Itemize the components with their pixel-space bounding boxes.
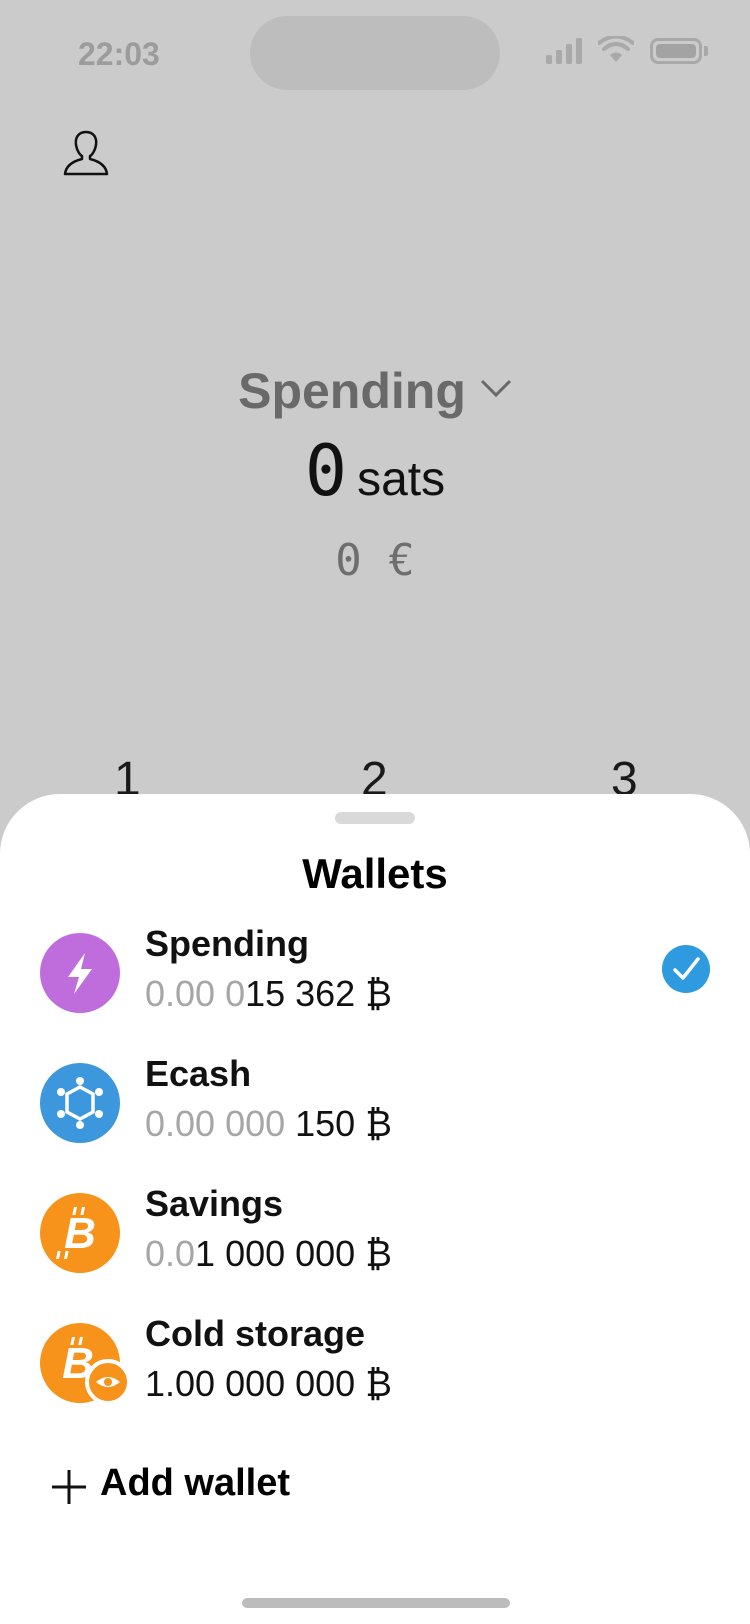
battery-icon — [650, 38, 702, 64]
wallet-icon-ecash — [40, 1063, 120, 1143]
sheet-grabber[interactable] — [335, 812, 415, 824]
svg-text:B: B — [64, 1209, 96, 1258]
chevron-down-icon — [480, 379, 511, 398]
wallet-amount-dim: 0.00 0 — [145, 973, 246, 1014]
battery-nub — [704, 46, 708, 56]
home-indicator[interactable] — [242, 1598, 510, 1608]
wallet-switcher[interactable]: Spending — [0, 362, 750, 420]
bitcoin-watch-icon: B — [62, 1337, 131, 1405]
wallet-icon-cold-storage: B — [40, 1323, 131, 1405]
wallet-row-spending[interactable]: Spending 0.00 015 362 ₿ — [0, 923, 750, 1043]
wallet-amount: 0.01 000 000 ₿ — [145, 1233, 392, 1275]
wallet-icon-savings: B — [40, 1193, 120, 1273]
add-wallet-label: Add wallet — [100, 1462, 291, 1504]
wallet-row-cold-storage[interactable]: B Cold storage 1.00 000 000 ₿ — [0, 1313, 750, 1433]
bitcoin-icon: B — [55, 1207, 96, 1259]
cellular-signal-icon — [546, 38, 582, 64]
wallet-name: Savings — [145, 1183, 284, 1224]
wallets-sheet: Wallets Spending 0.00 015 362 ₿ Ecash 0.… — [0, 794, 750, 1624]
wallet-name: Cold storage — [145, 1313, 366, 1354]
wallet-amount-main: 150 ₿ — [295, 1103, 392, 1144]
wallet-amount-main: 15 362 ₿ — [245, 973, 392, 1014]
dynamic-island — [250, 16, 500, 90]
lightning-icon — [68, 953, 92, 994]
ecash-icon — [57, 1077, 103, 1129]
wallet-amount: 0.00 015 362 ₿ — [145, 973, 392, 1015]
profile-icon[interactable] — [62, 128, 110, 178]
wallet-amount-dim: 0.0 — [145, 1233, 196, 1274]
wallet-amount-main: 1 000 000 ₿ — [195, 1233, 392, 1274]
wallet-amount: 1.00 000 000 ₿ — [145, 1363, 392, 1405]
balance-display: 0 sats — [0, 430, 750, 512]
wallet-amount-dim: 0.00 000 — [145, 1103, 296, 1144]
wifi-icon — [598, 36, 634, 62]
wallet-row-savings[interactable]: B Savings 0.01 000 000 ₿ — [0, 1183, 750, 1303]
sheet-title: Wallets — [302, 850, 448, 897]
current-wallet-name: Spending — [238, 363, 466, 419]
wallet-icon-spending — [40, 933, 120, 1013]
wallet-amount: 0.00 000 150 ₿ — [145, 1103, 392, 1145]
wallet-row-ecash[interactable]: Ecash 0.00 000 150 ₿ — [0, 1053, 750, 1173]
fiat-balance: 0 € — [335, 535, 415, 586]
balance-amount: 0 — [304, 430, 348, 512]
balance-unit: sats — [357, 453, 446, 506]
status-time: 22:03 — [78, 36, 160, 72]
selected-check-icon — [662, 945, 710, 993]
wallet-name: Spending — [145, 923, 309, 964]
plus-icon — [52, 1470, 86, 1504]
wallet-name: Ecash — [145, 1053, 252, 1094]
wallet-amount-main: 1.00 000 000 ₿ — [145, 1363, 392, 1404]
